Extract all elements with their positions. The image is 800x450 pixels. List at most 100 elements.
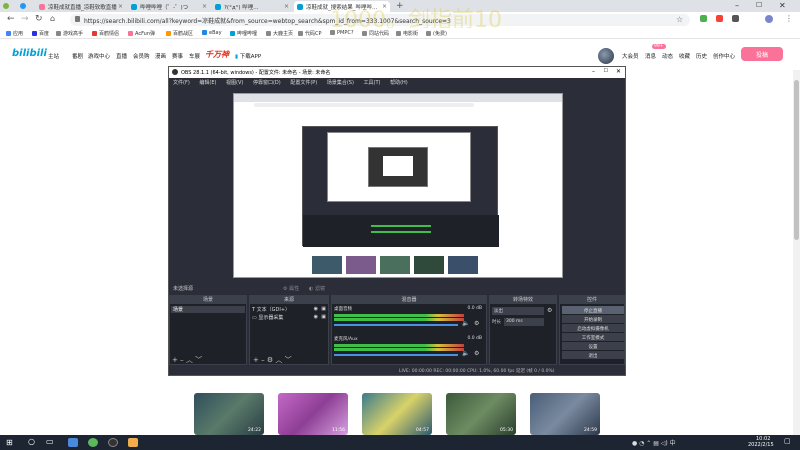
nav-item[interactable]: 游戏中心 [88, 52, 110, 60]
add-icon[interactable]: + [253, 356, 259, 364]
start-recording-button[interactable]: 开始录制 [562, 315, 624, 323]
nav-item[interactable]: 车展 [189, 52, 200, 60]
close-icon[interactable]: × [284, 3, 289, 10]
down-icon[interactable]: ﹀ [285, 356, 292, 364]
forward-icon[interactable]: → [21, 14, 29, 24]
obs-minimize-button[interactable]: – [592, 68, 595, 75]
scrollbar-thumb[interactable] [794, 80, 799, 240]
video-thumbnail[interactable]: 24:59 [530, 393, 600, 435]
tab-third[interactable]: ?(°д°) 哔哩... × [212, 1, 292, 12]
nav-item[interactable]: 会员购 [133, 52, 150, 60]
bookmark-item[interactable]: 代码CP [298, 30, 322, 37]
bookmark-item[interactable]: 百鹤情侣 [92, 30, 119, 37]
menu-file[interactable]: 文件(F) [173, 80, 190, 86]
special-event-logo[interactable]: 千万神 [205, 49, 229, 60]
eye-icon[interactable]: ◉ [314, 306, 318, 312]
volume-slider[interactable] [334, 354, 458, 356]
extension-icon[interactable] [716, 15, 723, 22]
gear-icon[interactable]: ⚙ [267, 356, 273, 364]
gear-icon[interactable]: ⚙ [474, 350, 479, 357]
nav-history[interactable]: 历史 [696, 52, 707, 60]
filters-button[interactable]: ◐ 滤镜 [309, 285, 325, 292]
menu-edit[interactable]: 编辑(E) [199, 80, 216, 86]
clock-date[interactable]: 2022/2/15 [748, 442, 774, 448]
task-view-icon[interactable]: ▭ [46, 437, 54, 446]
search-icon[interactable]: ○ [28, 437, 35, 446]
menu-view[interactable]: 视图(V) [226, 80, 243, 86]
extension-icon[interactable] [732, 15, 739, 22]
obs-maximize-button[interactable]: ☐ [604, 68, 608, 74]
bookmark-item[interactable]: 百鹤战区 [166, 30, 193, 37]
bookmark-item[interactable]: AcFun弹 [128, 30, 155, 37]
menu-icon[interactable]: ⋮ [785, 14, 793, 23]
maximize-button[interactable]: ☐ [756, 1, 762, 9]
remove-icon[interactable]: – [261, 356, 265, 364]
video-thumbnail[interactable]: 11:56 [278, 393, 348, 435]
exit-button[interactable]: 退出 [562, 351, 624, 359]
bookmark-item[interactable]: 应用 [6, 30, 23, 37]
bookmark-item[interactable]: 大鹿主页 [266, 30, 293, 37]
nav-item[interactable]: 赛事 [172, 52, 183, 60]
eye-icon[interactable]: ◉ [314, 314, 318, 320]
video-thumbnail[interactable]: 05:30 [446, 393, 516, 435]
bilibili-tab-icon[interactable] [20, 3, 26, 9]
properties-button[interactable]: ⚙ 属性 [283, 285, 299, 292]
nav-favorites[interactable]: 收藏 [679, 52, 690, 60]
star-icon[interactable]: ☆ [676, 15, 683, 24]
studio-mode-button[interactable]: 工作室模式 [562, 333, 624, 341]
add-icon[interactable]: + [172, 356, 178, 364]
bilibili-logo[interactable]: bilibili [12, 48, 47, 59]
chrome-icon[interactable] [88, 438, 98, 447]
source-item[interactable]: ▭ 显示器采集 ◉ ▣ [252, 314, 328, 321]
windows-start-icon[interactable]: ⊞ [6, 438, 13, 447]
close-icon[interactable]: × [202, 3, 207, 10]
menu-tools[interactable]: 工具(T) [364, 80, 381, 86]
bookmark-item[interactable]: 哔哩哔哩 [230, 30, 257, 37]
video-thumbnail[interactable]: 24:22 [194, 393, 264, 435]
bookmark-item[interactable]: 同站代码 [362, 30, 389, 37]
edge-icon[interactable] [68, 438, 78, 447]
settings-button[interactable]: 设置 [562, 342, 624, 350]
window-menu-icon[interactable] [3, 3, 9, 9]
lock-icon[interactable]: ▣ [321, 314, 326, 320]
nav-item[interactable]: 主站 [48, 52, 59, 60]
gear-icon[interactable]: ⚙ [547, 307, 552, 314]
bookmark-item[interactable]: 电影街 [396, 30, 418, 37]
down-icon[interactable]: ﹀ [195, 356, 202, 364]
back-icon[interactable]: ← [7, 14, 15, 24]
tab-live[interactable]: 凉鞋成就直播_凉鞋软歌直播 × [36, 1, 126, 12]
upload-button[interactable]: 投稿 [741, 47, 783, 61]
duration-input[interactable]: 300 ms [504, 318, 544, 326]
obs-close-button[interactable]: ✕ [616, 68, 621, 75]
nav-creator-center[interactable]: 创作中心 [713, 52, 735, 60]
profile-icon[interactable] [765, 15, 773, 23]
volume-slider[interactable] [334, 324, 458, 326]
nav-dynamics[interactable]: 动态 [662, 52, 673, 60]
scene-item[interactable]: 场景 [171, 306, 245, 313]
menu-help[interactable]: 帮助(H) [390, 80, 408, 86]
close-window-button[interactable]: ✕ [779, 1, 786, 10]
page-scrollbar[interactable] [793, 70, 800, 435]
source-item[interactable]: T 文本（GDI+） ◉ ▣ [252, 306, 328, 313]
avatar[interactable] [598, 48, 614, 64]
up-icon[interactable]: ︿ [186, 356, 193, 364]
virtual-camera-button[interactable]: 启动虚拟摄像机 [562, 324, 624, 332]
bookmark-item[interactable]: 游戏高手 [56, 30, 83, 37]
folder-icon[interactable] [128, 438, 138, 447]
speaker-icon[interactable]: 🔈 [462, 320, 469, 327]
bookmark-item[interactable]: (免费) [426, 30, 447, 37]
speaker-icon[interactable]: 🔈 [462, 350, 469, 357]
tab-home[interactable]: 哔哩哔哩（゜-゜)つ × [128, 1, 210, 12]
obs-icon[interactable] [108, 438, 118, 447]
menu-profile[interactable]: 配置文件(P) [290, 80, 317, 86]
gear-icon[interactable]: ⚙ [474, 320, 479, 327]
bookmark-item[interactable]: eBay [202, 30, 222, 36]
nav-vip[interactable]: 大会员 [622, 52, 639, 60]
nav-item[interactable]: 漫画 [155, 52, 166, 60]
bookmark-item[interactable]: PMPC? [330, 30, 354, 36]
close-icon[interactable]: × [118, 3, 123, 10]
video-thumbnail[interactable]: 04:57 [362, 393, 432, 435]
stop-streaming-button[interactable]: 停止直播 [562, 306, 624, 314]
lock-icon[interactable]: ▣ [321, 306, 326, 312]
bookmark-item[interactable]: 百度 [32, 30, 49, 37]
